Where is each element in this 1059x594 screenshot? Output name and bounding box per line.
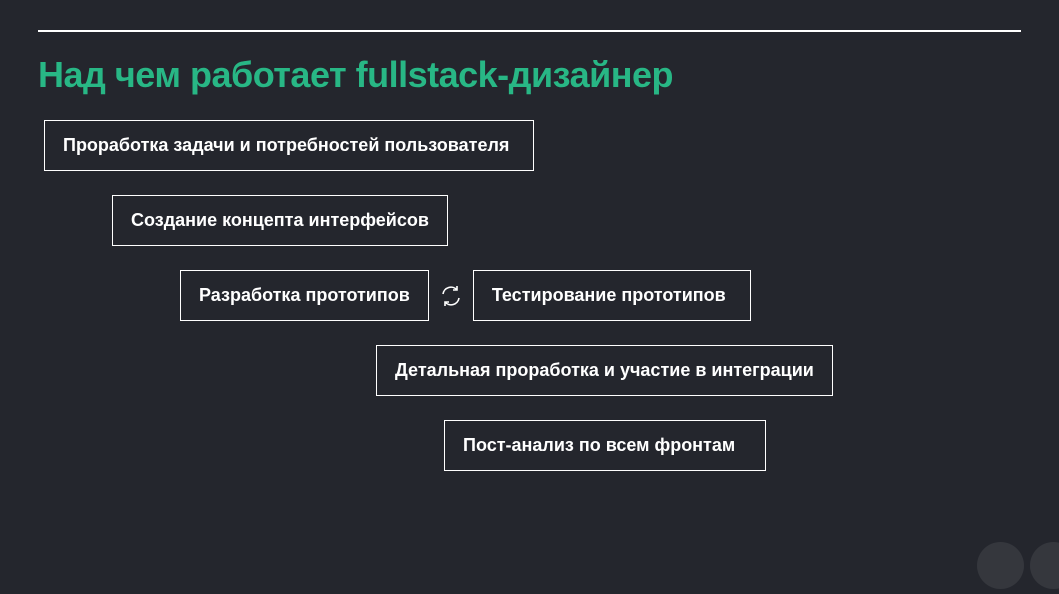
top-divider	[38, 30, 1021, 32]
slide-title: Над чем работает fullstack-дизайнер	[38, 54, 1021, 96]
clover-logo-icon	[977, 542, 1059, 594]
step-concept: Создание концепта интерфейсов	[112, 195, 448, 246]
step-integration: Детальная проработка и участие в интегра…	[376, 345, 833, 396]
step-row: Детальная проработка и участие в интегра…	[376, 345, 1021, 396]
step-post-analysis: Пост-анализ по всем фронтам	[444, 420, 766, 471]
step-prototyping: Разработка прототипов	[180, 270, 429, 321]
step-research: Проработка задачи и потребностей пользов…	[44, 120, 534, 171]
process-flow: Проработка задачи и потребностей пользов…	[38, 120, 1021, 471]
cycle-icon	[429, 284, 473, 308]
step-row: Создание концепта интерфейсов	[112, 195, 1021, 246]
step-row: Проработка задачи и потребностей пользов…	[44, 120, 1021, 171]
step-row: Пост-анализ по всем фронтам	[444, 420, 1021, 471]
step-testing: Тестирование прототипов	[473, 270, 751, 321]
step-row: Разработка прототипов Тестирование прото…	[180, 270, 1021, 321]
slide: Над чем работает fullstack-дизайнер Прор…	[0, 30, 1059, 594]
